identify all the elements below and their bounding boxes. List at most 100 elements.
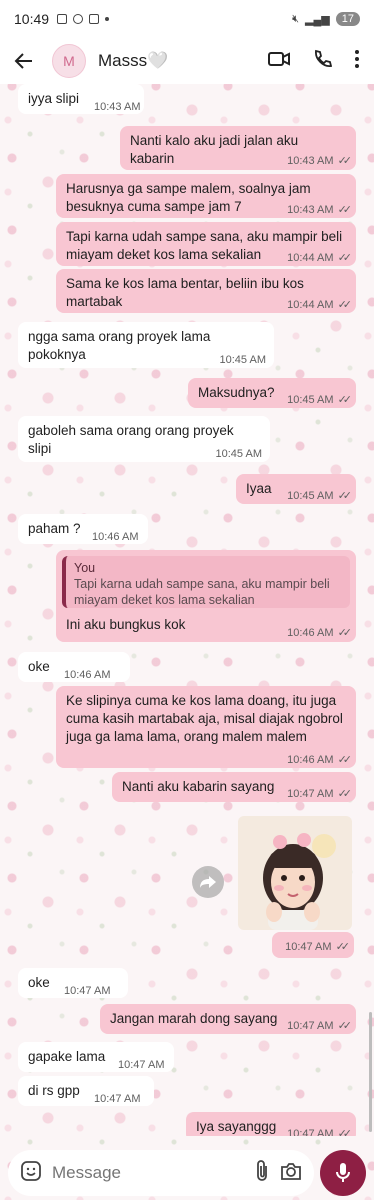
message-text: Nanti kalo aku jadi jalan aku kabarin [130, 133, 299, 166]
message-text: paham ? [28, 521, 81, 536]
outgoing-image-message[interactable]: 10:47 AM ✓✓ [0, 812, 374, 962]
phone-icon[interactable] [312, 49, 333, 74]
avatar[interactable]: M [52, 44, 86, 78]
read-ticks-icon: ✓✓ [337, 490, 353, 502]
outgoing-message[interactable]: Sama ke kos lama bentar, beliin ibu kos … [56, 269, 356, 313]
incoming-message[interactable]: ngga sama orang proyek lama pokoknya 10:… [18, 322, 274, 368]
mic-button[interactable] [320, 1150, 366, 1196]
outgoing-message[interactable]: Iya sayanggg 10:47 AM ✓✓ [186, 1112, 356, 1136]
outgoing-message[interactable]: Nanti kalo aku jadi jalan aku kabarin 10… [120, 126, 356, 170]
notification-icons [57, 14, 110, 24]
read-ticks-icon: ✓✓ [337, 299, 353, 311]
message-time: 10:44 AM [287, 299, 334, 311]
message-text: Iyaa [246, 481, 272, 496]
read-ticks-icon: ✓✓ [337, 394, 353, 406]
message-text: Sama ke kos lama bentar, beliin ibu kos … [66, 276, 304, 309]
message-text: gaboleh sama orang orang proyek slipi [28, 423, 234, 456]
camera-icon[interactable] [280, 1161, 302, 1186]
attach-icon[interactable] [254, 1159, 270, 1188]
message-time: 10:47 AM [287, 788, 334, 800]
contact-name[interactable]: Masss🤍 [98, 51, 168, 71]
message-text: oke [28, 659, 50, 674]
girl-photo-image [238, 816, 352, 930]
read-ticks-icon: ✓✓ [337, 1128, 353, 1136]
read-ticks-icon: ✓✓ [337, 1020, 353, 1032]
message-time: 10:46 AM [92, 531, 139, 543]
message-time: 10:47 AM [287, 1020, 334, 1032]
message-time: 10:45 AM [287, 394, 334, 406]
message-input[interactable]: Message [52, 1163, 244, 1183]
screenshot-icon [57, 14, 68, 24]
message-text: Harusnya ga sampe malem, soalnya jam bes… [66, 181, 311, 214]
message-time: 10:47 AM [118, 1059, 165, 1071]
status-bar: 10:49 🔇︎ ▂▄▆ 17 [0, 0, 374, 38]
message-text: di rs gpp [28, 1083, 80, 1098]
message-time: 10:47 AM [287, 1128, 334, 1136]
message-time: 10:46 AM [64, 669, 111, 681]
message-time: 10:44 AM [287, 252, 334, 264]
outgoing-message[interactable]: Nanti aku kabarin sayang 10:47 AM ✓✓ [112, 772, 356, 802]
read-ticks-icon: ✓✓ [337, 252, 353, 264]
incoming-message[interactable]: oke 10:46 AM [18, 652, 130, 682]
message-time: 10:47 AM [285, 941, 332, 953]
message-text: ngga sama orang proyek lama pokoknya [28, 329, 211, 362]
message-time: 10:43 AM [287, 204, 334, 216]
message-time: 10:43 AM [287, 155, 334, 167]
read-ticks-icon: ✓✓ [337, 754, 353, 766]
mic-icon [336, 1163, 350, 1182]
photo-thumbnail[interactable] [238, 816, 352, 930]
outgoing-message[interactable]: Maksudnya? 10:45 AM ✓✓ [188, 378, 356, 408]
sticker-icon[interactable] [20, 1160, 42, 1187]
message-time: 10:45 AM [287, 490, 334, 502]
image-caption-meta: 10:47 AM ✓✓ [272, 932, 354, 958]
message-field[interactable]: Message [8, 1150, 314, 1196]
message-list[interactable]: iyya slipi 10:43 AM Nanti kalo aku jadi … [0, 84, 374, 1136]
outgoing-message[interactable]: Harusnya ga sampe malem, soalnya jam bes… [56, 174, 356, 218]
message-text: Maksudnya? [198, 385, 275, 400]
read-ticks-icon: ✓✓ [337, 204, 353, 216]
chat-header: M Masss🤍 [0, 38, 374, 84]
incoming-message[interactable]: oke 10:47 AM [18, 968, 128, 998]
incoming-message[interactable]: gaboleh sama orang orang proyek slipi 10… [18, 416, 270, 462]
message-text: Iya sayanggg [196, 1119, 277, 1134]
system-icons: 🔇︎ ▂▄▆ 17 [292, 12, 360, 26]
read-ticks-icon: ✓✓ [337, 627, 353, 639]
incoming-message[interactable]: iyya slipi 10:43 AM [18, 84, 144, 114]
message-text: Jangan marah dong sayang [110, 1011, 278, 1026]
more-options-icon[interactable] [354, 49, 360, 74]
read-ticks-icon: ✓✓ [337, 155, 353, 167]
incoming-message[interactable]: di rs gpp 10:47 AM [18, 1076, 154, 1106]
message-time: 10:47 AM [64, 985, 111, 997]
message-text: Ini aku bungkus kok [66, 617, 186, 632]
outgoing-reply-message[interactable]: You Tapi karna udah sampe sana, aku mamp… [56, 550, 356, 642]
message-composer: Message [0, 1146, 374, 1200]
message-time: 10:43 AM [94, 101, 141, 113]
message-time: 10:46 AM [287, 627, 334, 639]
message-time: 10:45 AM [215, 448, 262, 460]
outgoing-message[interactable]: Tapi karna udah sampe sana, aku mampir b… [56, 222, 356, 266]
message-text: oke [28, 975, 50, 990]
battery-level: 17 [335, 12, 360, 26]
video-call-icon[interactable] [268, 51, 290, 72]
bag-icon [89, 14, 100, 24]
incoming-message[interactable]: paham ? 10:46 AM [18, 514, 148, 544]
mute-icon: 🔇︎ [292, 12, 300, 25]
read-ticks-icon: ✓✓ [335, 941, 351, 953]
quoted-message[interactable]: You Tapi karna udah sampe sana, aku mamp… [62, 556, 350, 608]
outgoing-message[interactable]: Iyaa 10:45 AM ✓✓ [236, 474, 356, 504]
outgoing-message[interactable]: Ke slipinya cuma ke kos lama doang, itu … [56, 686, 356, 768]
message-time: 10:46 AM [287, 754, 334, 766]
message-time: 10:45 AM [219, 354, 266, 366]
outgoing-message[interactable]: Jangan marah dong sayang 10:47 AM ✓✓ [100, 1004, 356, 1034]
incoming-message[interactable]: gapake lama 10:47 AM [18, 1042, 174, 1072]
status-time: 10:49 [14, 11, 50, 27]
scrollbar[interactable] [369, 1012, 372, 1132]
forward-icon[interactable] [192, 866, 224, 898]
quote-text: Tapi karna udah sampe sana, aku mampir b… [74, 577, 330, 607]
back-arrow-icon[interactable] [10, 47, 38, 75]
quote-author: You [74, 561, 96, 575]
more-dot-icon [105, 17, 110, 21]
message-text: Nanti aku kabarin sayang [122, 779, 275, 794]
read-ticks-icon: ✓✓ [337, 788, 353, 800]
signal-icon: ▂▄▆ [305, 13, 330, 26]
